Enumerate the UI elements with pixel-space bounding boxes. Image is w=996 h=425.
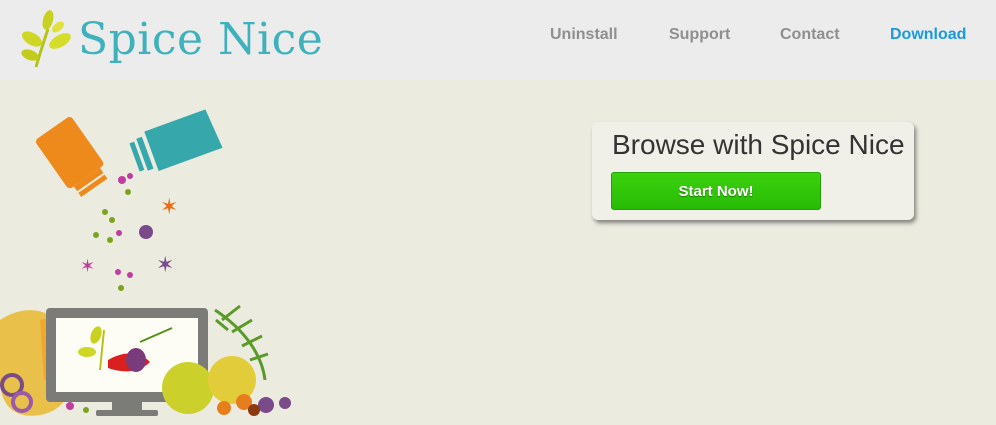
svg-text:✶: ✶: [156, 253, 174, 278]
nav-download[interactable]: Download: [890, 26, 966, 46]
site-header: Spice Nice Uninstall Support Contact Dow…: [0, 0, 996, 80]
nav-contact[interactable]: Contact: [780, 26, 840, 46]
spice-illustration: ✶ ✶ ✶: [0, 109, 291, 416]
brand-logo[interactable]: Spice Nice: [18, 6, 323, 72]
svg-text:✶: ✶: [80, 256, 95, 277]
nav-support[interactable]: Support: [669, 26, 730, 46]
cta-panel: Browse with Spice Nice Start Now!: [592, 122, 914, 220]
cta-title: Browse with Spice Nice: [612, 129, 905, 160]
svg-text:✶: ✶: [160, 195, 178, 220]
brand-name: Spice Nice: [78, 13, 324, 65]
nav-uninstall[interactable]: Uninstall: [550, 26, 618, 46]
start-now-button[interactable]: Start Now!: [611, 172, 821, 210]
leaf-sprig-icon: [21, 10, 71, 68]
